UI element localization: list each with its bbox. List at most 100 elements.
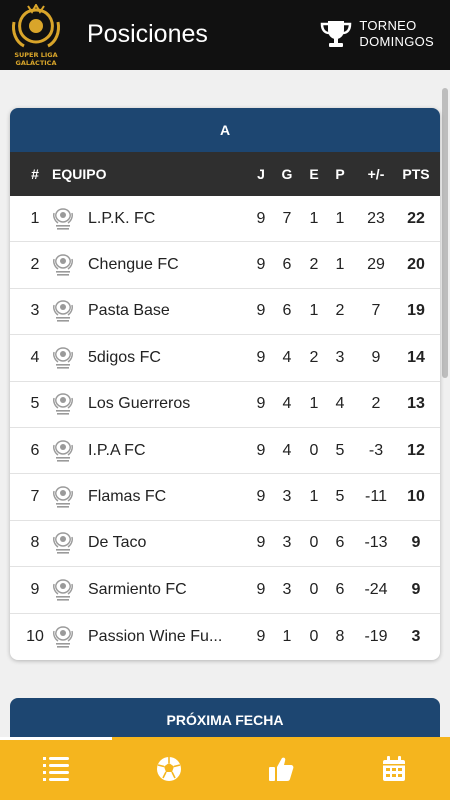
- tournament-label-line1: TORNEO: [359, 18, 417, 33]
- row-lost: 8: [335, 627, 345, 645]
- group-header: A: [10, 108, 440, 152]
- row-team: L.P.K. FC: [52, 206, 252, 232]
- col-won: G: [281, 166, 293, 182]
- row-points: 3: [411, 627, 421, 645]
- team-logo-icon: [53, 393, 73, 415]
- thumbs-up-icon: [269, 757, 294, 781]
- row-won: 7: [282, 209, 292, 227]
- standings-row[interactable]: 4 5digos FC 9 4 2 3 9 14: [10, 335, 440, 382]
- scrollbar-thumb[interactable]: [442, 88, 448, 378]
- team-logo-icon: [53, 347, 73, 369]
- row-won: 4: [282, 348, 292, 366]
- page-title: Posiciones: [87, 20, 208, 48]
- col-lost: P: [335, 166, 345, 182]
- standings-row[interactable]: 8 De Taco 9 3 0 6 -13 9: [10, 521, 440, 568]
- row-won: 1: [282, 627, 292, 645]
- row-team: Chengue FC: [52, 252, 252, 278]
- logo-text-bottom: GALÁCTICA: [16, 58, 57, 67]
- row-points: 14: [407, 348, 425, 366]
- col-drawn: E: [309, 166, 319, 182]
- soccer-ball-icon: [156, 756, 181, 781]
- standings-card: A # EQUIPO J G E P +/- PTS 1 L.P.K. FC 9 7 1…: [10, 108, 440, 660]
- standings-row[interactable]: 1 L.P.K. FC 9 7 1 1 23 22: [10, 196, 440, 243]
- row-lost: 2: [335, 302, 345, 320]
- row-team: I.P.A FC: [52, 438, 252, 464]
- row-goal-diff: 7: [371, 302, 381, 320]
- tournament-label-line2: DOMINGOS: [359, 34, 434, 49]
- row-drawn: 2: [309, 256, 319, 274]
- standings-row[interactable]: 7 Flamas FC 9 3 1 5 -11 10: [10, 474, 440, 521]
- nav-likes[interactable]: [225, 737, 338, 800]
- row-team: Los Guerreros: [52, 391, 252, 417]
- tournament-selector[interactable]: TORNEO DOMINGOS: [319, 18, 434, 50]
- team-name: Passion Wine Fu...: [88, 627, 223, 645]
- trophy-icon: [321, 21, 352, 47]
- row-goal-diff: 23: [367, 209, 385, 227]
- row-lost: 6: [335, 534, 345, 552]
- row-goal-diff: -24: [364, 580, 388, 598]
- row-lost: 5: [335, 441, 345, 459]
- row-won: 3: [282, 488, 292, 506]
- row-drawn: 0: [309, 441, 319, 459]
- row-played: 9: [256, 302, 266, 320]
- row-played: 9: [256, 348, 266, 366]
- calendar-icon: [382, 755, 405, 781]
- row-drawn: 1: [309, 209, 319, 227]
- row-drawn: 0: [309, 580, 319, 598]
- team-logo-icon: [53, 439, 73, 462]
- row-lost: 1: [335, 256, 345, 274]
- row-goal-diff: 9: [371, 348, 381, 366]
- row-lost: 3: [335, 348, 345, 366]
- team-name: Sarmiento FC: [88, 580, 187, 598]
- row-lost: 4: [335, 395, 345, 413]
- row-drawn: 1: [309, 488, 319, 506]
- team-name: I.P.A FC: [88, 441, 146, 459]
- team-name: De Taco: [88, 534, 147, 552]
- team-logo-icon: [53, 532, 73, 555]
- table-header: # EQUIPO J G E P +/- PTS: [10, 152, 440, 196]
- col-points: PTS: [402, 166, 430, 182]
- standings-row[interactable]: 5 Los Guerreros 9 4 1 4 2 13: [10, 382, 440, 428]
- row-points: 19: [407, 302, 425, 320]
- row-played: 9: [256, 256, 266, 274]
- row-points: 12: [407, 441, 425, 459]
- row-won: 3: [282, 580, 292, 598]
- standings-list-icon: [43, 756, 70, 781]
- row-played: 9: [256, 534, 266, 552]
- team-name: Chengue FC: [88, 256, 179, 274]
- nav-standings[interactable]: [0, 737, 113, 800]
- team-name: Pasta Base: [88, 302, 170, 320]
- nav-calendar[interactable]: [338, 737, 450, 800]
- team-name: 5digos FC: [88, 348, 161, 366]
- team-logo-icon: [53, 207, 73, 230]
- team-logo-icon: [53, 486, 73, 508]
- row-team: Sarmiento FC: [52, 577, 252, 603]
- row-points: 20: [407, 256, 425, 274]
- row-drawn: 0: [309, 534, 319, 552]
- team-logo-icon: [53, 626, 73, 648]
- app-header: SUPER LIGA GALÁCTICA Posiciones TORNEO D…: [0, 0, 450, 70]
- row-lost: 1: [335, 209, 345, 227]
- row-drawn: 1: [309, 395, 319, 413]
- row-team: Flamas FC: [52, 484, 252, 510]
- standings-rows: 1 L.P.K. FC 9 7 1 1 23 22 2 Chengue FC 9 6 2 1 29 20 3 Pa…: [10, 196, 440, 660]
- standings-row[interactable]: 6 I.P.A FC 9 4 0 5 -3 12: [10, 428, 440, 475]
- row-goal-diff: 29: [367, 256, 385, 274]
- row-drawn: 2: [309, 348, 319, 366]
- col-goal-diff: +/-: [367, 166, 385, 182]
- row-played: 9: [256, 488, 266, 506]
- row-won: 4: [282, 441, 292, 459]
- standings-row[interactable]: 10 Passion Wine Fu... 9 1 0 8 -19 3: [10, 614, 440, 660]
- row-points: 10: [407, 488, 425, 506]
- nav-matches[interactable]: [113, 737, 226, 800]
- col-team: EQUIPO: [52, 166, 107, 182]
- standings-row[interactable]: 3 Pasta Base 9 6 1 2 7 19: [10, 289, 440, 336]
- row-played: 9: [256, 395, 266, 413]
- standings-row[interactable]: 9 Sarmiento FC 9 3 0 6 -24 9: [10, 567, 440, 614]
- row-played: 9: [256, 441, 266, 459]
- row-points: 9: [411, 534, 421, 552]
- row-won: 4: [282, 395, 292, 413]
- team-logo-icon: [53, 254, 73, 276]
- team-logo-icon: [53, 300, 73, 323]
- standings-row[interactable]: 2 Chengue FC 9 6 2 1 29 20: [10, 242, 440, 289]
